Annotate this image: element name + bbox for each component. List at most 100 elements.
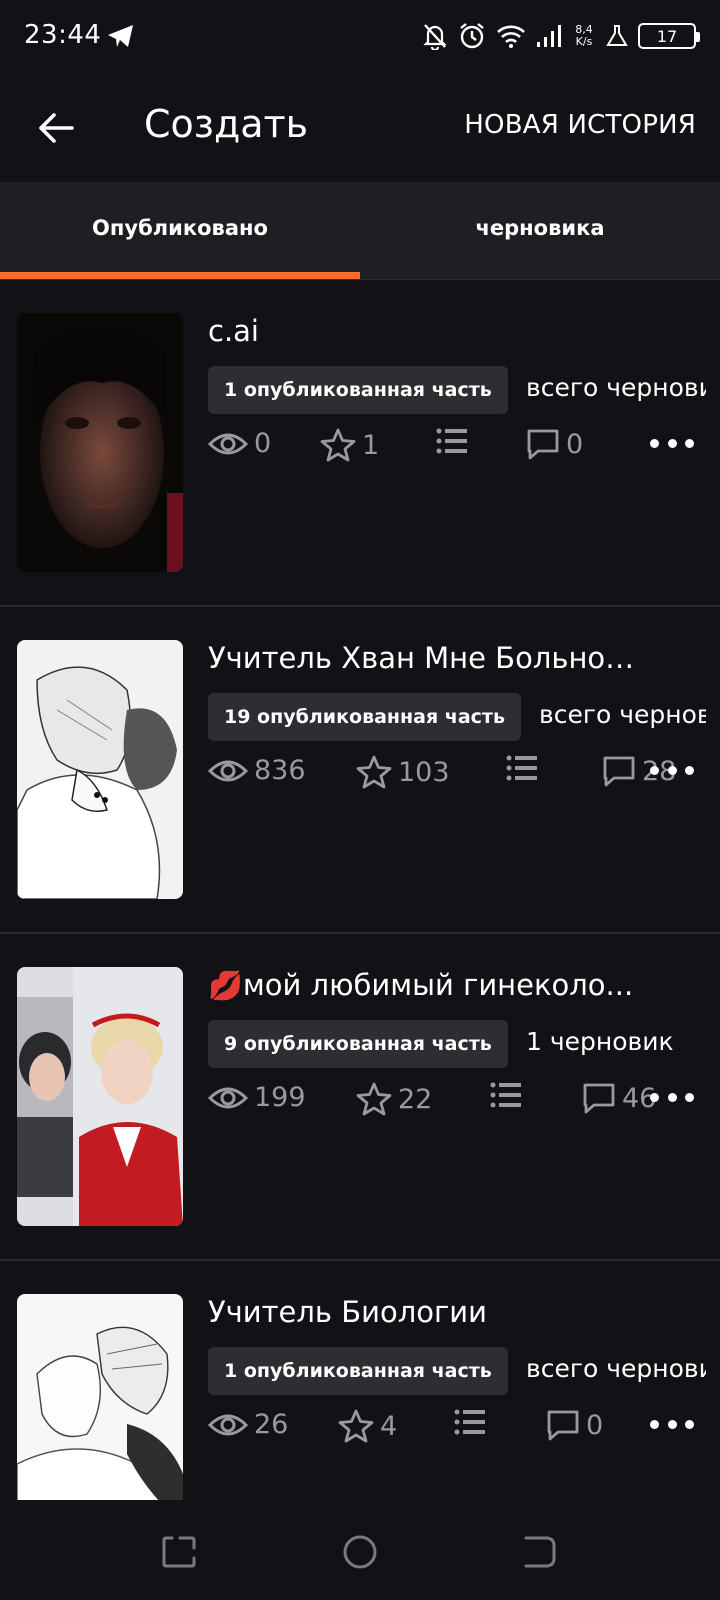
telegram-icon xyxy=(108,25,133,47)
comment-icon xyxy=(583,1083,615,1114)
votes-count: 1 xyxy=(362,429,380,461)
story-title[interactable]: 💋мой любимый гинеколо... xyxy=(208,968,638,1002)
cover-manga-illustration xyxy=(17,640,183,899)
published-parts-badge: 9 опубликованная часть xyxy=(208,1020,508,1068)
story-card[interactable]: 💋мой любимый гинеколо... 9 опубликованна… xyxy=(0,934,720,1261)
net-speed: 8,4 K/s xyxy=(572,24,596,48)
votes-count: 4 xyxy=(380,1410,398,1442)
wifi-icon xyxy=(497,25,525,48)
more-dot xyxy=(667,438,677,448)
cover-photo-collage xyxy=(17,967,183,1226)
kiss-lips-icon: 💋 xyxy=(208,969,243,1002)
drafts-count: всего черновиков xyxy=(526,1354,706,1383)
star-icon xyxy=(338,1409,374,1443)
views-count: 26 xyxy=(254,1409,289,1440)
more-dot xyxy=(650,438,659,448)
status-bar: 23:44 8,4 K/s 17 xyxy=(0,0,720,72)
eye-icon xyxy=(208,1414,248,1435)
story-card[interactable]: Учитель Хван Мне Больно[... 19 опубликов… xyxy=(0,607,720,934)
drafts-count: 1 черновик xyxy=(526,1027,674,1056)
views-stat: 0 xyxy=(208,428,271,459)
new-story-button[interactable]: НОВАЯ ИСТОРИЯ xyxy=(464,110,696,140)
star-icon xyxy=(356,755,392,789)
published-parts-badge: 19 опубликованная часть xyxy=(208,693,521,741)
story-title[interactable]: Учитель Хван Мне Больно[... xyxy=(208,641,638,675)
status-icons: 8,4 K/s 17 xyxy=(422,18,700,54)
eye-icon xyxy=(208,1087,248,1108)
more-dot xyxy=(667,765,677,775)
more-options-button[interactable] xyxy=(650,428,694,458)
votes-stat: 1 xyxy=(320,428,379,462)
page-title: Создать xyxy=(144,102,309,146)
recent-apps-icon[interactable] xyxy=(158,1530,202,1574)
more-options-button[interactable] xyxy=(650,1082,694,1112)
eye-icon xyxy=(208,760,248,781)
alarm-icon xyxy=(460,23,484,49)
more-dot xyxy=(685,765,694,775)
story-card[interactable]: Учитель Биологии 1 опубликованная часть … xyxy=(0,1261,720,1500)
votes-stat: 103 xyxy=(356,755,450,789)
views-count: 836 xyxy=(254,755,306,786)
story-stats: 199 22 46 xyxy=(208,1082,708,1126)
more-dot xyxy=(685,1092,694,1102)
more-dot xyxy=(667,1419,677,1429)
comment-icon xyxy=(547,1410,579,1441)
comments-stat: 0 xyxy=(526,428,583,460)
mute-bell-icon xyxy=(423,24,447,50)
more-dot xyxy=(650,765,659,775)
votes-count: 103 xyxy=(398,756,450,788)
lab-flask-icon xyxy=(606,25,628,46)
published-parts-badge: 1 опубликованная часть xyxy=(208,1347,508,1395)
more-options-button[interactable] xyxy=(650,755,694,785)
story-title-text: Учитель Биологии xyxy=(208,1295,487,1329)
tab-drafts[interactable]: черновика xyxy=(360,182,720,279)
parts-list-stat[interactable] xyxy=(490,1082,522,1108)
comment-icon xyxy=(603,756,635,787)
story-stats: 0 1 0 xyxy=(208,428,708,472)
net-speed-unit: K/s xyxy=(575,35,593,48)
app-bar: Создать НОВАЯ ИСТОРИЯ xyxy=(0,72,720,182)
story-title[interactable]: Учитель Биологии xyxy=(208,1295,638,1329)
battery-level: 17 xyxy=(656,26,678,46)
views-stat: 199 xyxy=(208,1082,306,1113)
comment-icon xyxy=(527,429,559,460)
more-options-button[interactable] xyxy=(650,1409,694,1439)
cover-portrait-illustration xyxy=(17,313,183,572)
list-icon xyxy=(490,1082,521,1108)
votes-stat: 4 xyxy=(338,1409,397,1443)
story-title-text: c.ai xyxy=(208,314,259,348)
parts-list-stat[interactable] xyxy=(506,755,538,781)
comments-count: 0 xyxy=(586,1409,604,1441)
tab-published[interactable]: Опубликовано xyxy=(0,182,360,279)
more-dot xyxy=(650,1419,659,1429)
story-cover-image[interactable] xyxy=(17,1294,183,1500)
more-dot xyxy=(685,438,694,448)
story-title[interactable]: c.ai xyxy=(208,314,638,348)
more-dot xyxy=(650,1092,659,1102)
more-dot xyxy=(667,1092,677,1102)
home-icon[interactable] xyxy=(338,1530,382,1574)
back-button[interactable] xyxy=(28,100,84,156)
story-cover-image[interactable] xyxy=(17,640,183,899)
story-cover-image[interactable] xyxy=(17,313,183,572)
views-stat: 26 xyxy=(208,1409,288,1440)
story-stats: 26 4 0 xyxy=(208,1409,708,1453)
story-title-text: Учитель Хван Мне Больно[... xyxy=(208,641,638,675)
back-nav-icon[interactable] xyxy=(518,1530,562,1574)
status-time: 23:44 xyxy=(24,20,102,50)
signal-icon xyxy=(537,25,561,47)
cover-sketch-illustration xyxy=(17,1294,183,1500)
parts-list-stat[interactable] xyxy=(454,1409,486,1435)
list-icon xyxy=(436,428,467,454)
tab-bar: Опубликовано черновика xyxy=(0,182,720,280)
story-card[interactable]: c.ai 1 опубликованная часть всего чернов… xyxy=(0,280,720,607)
parts-list-stat[interactable] xyxy=(436,428,468,454)
votes-count: 22 xyxy=(398,1083,433,1115)
story-cover-image[interactable] xyxy=(17,967,183,1226)
star-icon xyxy=(356,1082,392,1116)
star-icon xyxy=(320,428,356,462)
list-icon xyxy=(506,755,537,781)
list-icon xyxy=(454,1409,485,1435)
views-count: 0 xyxy=(254,428,272,459)
story-list: c.ai 1 опубликованная часть всего чернов… xyxy=(0,280,720,1500)
